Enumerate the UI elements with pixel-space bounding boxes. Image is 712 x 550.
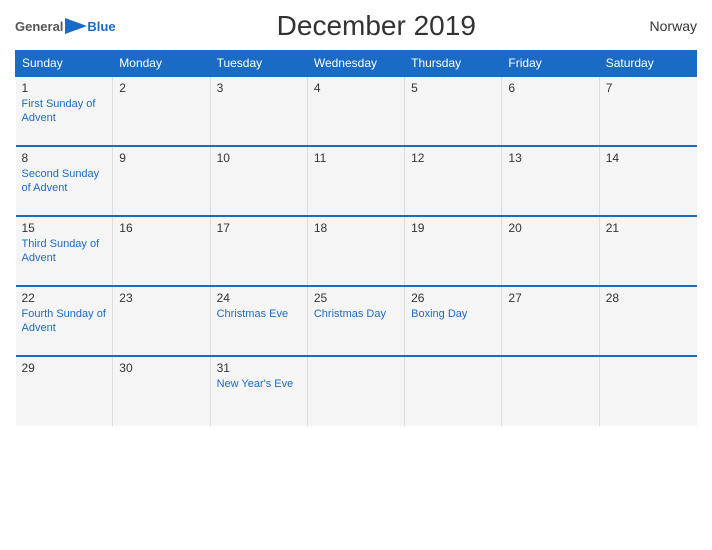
day-number: 20 [508, 221, 592, 235]
day-cell [307, 356, 404, 426]
day-cell: 1 First Sunday of Advent [16, 76, 113, 146]
holiday-name: Second Sunday of Advent [22, 167, 107, 196]
calendar-body: 1First Sunday of Advent2345678Second Sun… [16, 76, 697, 426]
day-number: 29 [22, 361, 107, 375]
day-number: 12 [411, 151, 495, 165]
holiday-name: Boxing Day [411, 307, 495, 321]
calendar-header: SundayMondayTuesdayWednesdayThursdayFrid… [16, 51, 697, 77]
day-cell: 28 [599, 286, 696, 356]
day-number: 25 [314, 291, 398, 305]
day-number: 15 [22, 221, 107, 235]
day-cell: 13 [502, 146, 599, 216]
day-cell: 7 [599, 76, 696, 146]
day-cell: 30 [113, 356, 210, 426]
holiday-name: Christmas Eve [217, 307, 301, 321]
day-cell: 19 [405, 216, 502, 286]
day-number: 18 [314, 221, 398, 235]
calendar-table: SundayMondayTuesdayWednesdayThursdayFrid… [15, 50, 697, 426]
day-cell: 21 [599, 216, 696, 286]
weekday-monday: Monday [113, 51, 210, 77]
day-number: 8 [22, 151, 107, 165]
day-number: 10 [217, 151, 301, 165]
weekday-saturday: Saturday [599, 51, 696, 77]
day-cell: 18 [307, 216, 404, 286]
day-cell: 8 Second Sunday of Advent [16, 146, 113, 216]
weekday-tuesday: Tuesday [210, 51, 307, 77]
day-number: 7 [606, 81, 691, 95]
day-number: 4 [314, 81, 398, 95]
day-cell: 17 [210, 216, 307, 286]
day-cell [599, 356, 696, 426]
day-cell: 16 [113, 216, 210, 286]
day-cell: 12 [405, 146, 502, 216]
day-number: 30 [119, 361, 203, 375]
day-number: 13 [508, 151, 592, 165]
day-cell: 22 Fourth Sunday of Advent [16, 286, 113, 356]
day-number: 28 [606, 291, 691, 305]
week-row-1: 1 First Sunday of Advent 234567 [16, 76, 697, 146]
day-number: 14 [606, 151, 691, 165]
day-number: 24 [217, 291, 301, 305]
day-cell [405, 356, 502, 426]
day-cell: 9 [113, 146, 210, 216]
week-row-3: 15 Third Sunday of Advent 16 17 18 19 20 21 [16, 216, 697, 286]
day-number: 23 [119, 291, 203, 305]
day-number: 19 [411, 221, 495, 235]
logo-general-text: General [15, 19, 63, 34]
logo-flag-icon [65, 18, 87, 34]
day-number: 5 [411, 81, 495, 95]
day-cell: 29 [16, 356, 113, 426]
day-cell: 11 [307, 146, 404, 216]
weekday-wednesday: Wednesday [307, 51, 404, 77]
day-cell: 15 Third Sunday of Advent [16, 216, 113, 286]
calendar-page: General Blue December 2019 Norway Sunday… [0, 0, 712, 550]
week-row-2: 8 Second Sunday of Advent 9 10 11 12 13 14 [16, 146, 697, 216]
day-cell: 26 Boxing Day [405, 286, 502, 356]
logo: General Blue [15, 18, 116, 34]
day-cell: 5 [405, 76, 502, 146]
day-cell: 27 [502, 286, 599, 356]
holiday-name: Third Sunday of Advent [22, 237, 107, 266]
day-cell [502, 356, 599, 426]
holiday-name: First Sunday of Advent [22, 97, 107, 126]
day-number: 21 [606, 221, 691, 235]
day-cell: 3 [210, 76, 307, 146]
weekday-thursday: Thursday [405, 51, 502, 77]
holiday-name: New Year's Eve [217, 377, 301, 391]
day-cell: 25 Christmas Day [307, 286, 404, 356]
day-cell: 14 [599, 146, 696, 216]
logo-blue-text: Blue [87, 19, 115, 34]
holiday-name: Fourth Sunday of Advent [22, 307, 107, 336]
week-row-4: 22 Fourth Sunday of Advent 23 24 Christmas E… [16, 286, 697, 356]
day-cell: 2 [113, 76, 210, 146]
day-number: 11 [314, 151, 398, 165]
day-cell: 6 [502, 76, 599, 146]
day-cell: 10 [210, 146, 307, 216]
day-number: 1 [22, 81, 107, 95]
day-cell: 23 [113, 286, 210, 356]
day-number: 31 [217, 361, 301, 375]
day-cell: 31 New Year's Eve [210, 356, 307, 426]
day-number: 17 [217, 221, 301, 235]
day-number: 2 [119, 81, 203, 95]
day-number: 3 [217, 81, 301, 95]
day-number: 16 [119, 221, 203, 235]
holiday-name: Christmas Day [314, 307, 398, 321]
month-title: December 2019 [116, 10, 637, 42]
country-label: Norway [637, 18, 697, 34]
weekday-friday: Friday [502, 51, 599, 77]
day-cell: 24 Christmas Eve [210, 286, 307, 356]
day-cell: 4 [307, 76, 404, 146]
weekday-sunday: Sunday [16, 51, 113, 77]
week-row-5: 29 30 31 New Year's Eve [16, 356, 697, 426]
weekday-header-row: SundayMondayTuesdayWednesdayThursdayFrid… [16, 51, 697, 77]
day-number: 6 [508, 81, 592, 95]
day-number: 26 [411, 291, 495, 305]
day-number: 27 [508, 291, 592, 305]
day-number: 22 [22, 291, 107, 305]
day-cell: 20 [502, 216, 599, 286]
header: General Blue December 2019 Norway [15, 10, 697, 42]
day-number: 9 [119, 151, 203, 165]
